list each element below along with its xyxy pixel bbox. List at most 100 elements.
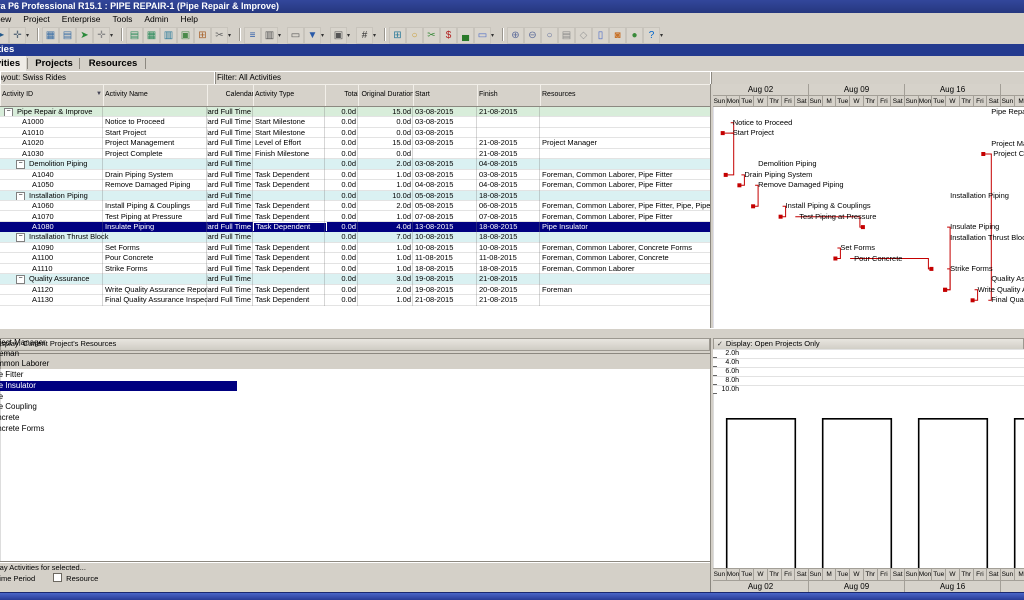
cell-name[interactable]: [103, 232, 207, 241]
table-row[interactable]: −Installation Thrust Block Standard Full …: [0, 232, 710, 242]
monitor-icon[interactable]: ▭: [474, 27, 491, 44]
cell-start[interactable]: 21-08-2015: [413, 295, 477, 304]
timescale-day[interactable]: Sun: [1001, 568, 1015, 580]
cell-total_float[interactable]: 0.0d: [325, 285, 359, 294]
cell-finish[interactable]: 07-08-2015: [477, 212, 540, 221]
collapse-icon[interactable]: −: [16, 233, 25, 242]
cell-type[interactable]: Task Dependent: [253, 243, 325, 252]
cell-resources[interactable]: [540, 107, 710, 116]
cell-total_float[interactable]: 0.0d: [325, 253, 359, 262]
cell-orig_duration[interactable]: 2.0d: [358, 285, 414, 294]
cell-finish[interactable]: 21-08-2015: [477, 107, 540, 116]
cell-total_float[interactable]: 0.0d: [325, 180, 359, 189]
resource-checkbox-label[interactable]: Resource: [66, 574, 98, 583]
cell-resources[interactable]: Pipe Insulator: [540, 222, 710, 231]
cell-orig_duration[interactable]: 1.0d: [358, 180, 414, 189]
cell-calendar[interactable]: Standard Full Time: [207, 253, 252, 262]
cell-orig_duration[interactable]: 0.0d: [358, 117, 414, 126]
cost-icon[interactable]: $: [440, 27, 457, 44]
cell-orig_duration[interactable]: 15.0d: [358, 138, 414, 147]
cell-type[interactable]: Task Dependent: [253, 222, 327, 232]
table-row[interactable]: A1080Insulate PipingStandard Full TimeTa…: [0, 222, 710, 232]
cell-start[interactable]: 04-08-2015: [413, 180, 477, 189]
timescale-day[interactable]: Thr: [960, 568, 974, 580]
table-row[interactable]: A1130Final Quality Assurance InspectionS…: [0, 295, 710, 305]
cell-calendar[interactable]: Standard Full Time: [207, 243, 252, 252]
cell-orig_duration[interactable]: 4.0d: [358, 222, 414, 231]
column-header-finish[interactable]: Finish: [477, 84, 542, 107]
report-icon[interactable]: ▥: [160, 27, 177, 44]
cell-type[interactable]: [253, 232, 325, 241]
table-row[interactable]: A1000Notice to ProceedStandard Full Time…: [0, 117, 710, 127]
resource-row[interactable]: Concrete Forms: [0, 424, 237, 435]
timescale-week[interactable]: Aug 09: [809, 580, 905, 592]
cell-type[interactable]: Task Dependent: [253, 201, 325, 210]
cell-start[interactable]: 03-08-2015: [413, 159, 477, 168]
cell-calendar[interactable]: Standard Full Time: [207, 138, 252, 147]
number-icon[interactable]: #: [356, 27, 373, 44]
column-header-start[interactable]: Start: [413, 84, 479, 107]
timescale-day[interactable]: Fri: [878, 568, 892, 580]
zoom-in-icon[interactable]: ⊕: [507, 27, 524, 44]
diamond-icon[interactable]: ◇: [575, 27, 592, 44]
tab-resources[interactable]: Resources: [82, 56, 144, 71]
cell-name[interactable]: Start Project: [103, 128, 207, 137]
cell-total_float[interactable]: 0.0d: [325, 117, 359, 126]
cell-resources[interactable]: [540, 232, 710, 241]
cell-calendar[interactable]: Standard Full Time: [207, 212, 252, 221]
timescale-day[interactable]: Sun: [713, 568, 727, 580]
cell-resources[interactable]: [540, 295, 710, 304]
cell-calendar[interactable]: Standard Full Time: [207, 117, 252, 126]
cell-resources[interactable]: Foreman, Common Laborer, Concrete: [540, 253, 710, 262]
help-icon[interactable]: ?: [643, 27, 660, 44]
cell-total_float[interactable]: 0.0d: [325, 243, 359, 252]
cell-name[interactable]: [103, 274, 207, 283]
cell-orig_duration[interactable]: 1.0d: [358, 212, 414, 221]
cell-id[interactable]: −Installation Thrust Block: [0, 232, 103, 241]
cell-resources[interactable]: Foreman, Common Laborer, Pipe Fitter, Pi…: [540, 201, 710, 210]
cell-resources[interactable]: [540, 117, 710, 126]
cell-calendar[interactable]: Standard Full Time: [207, 264, 252, 273]
split-icon[interactable]: ▤: [558, 27, 575, 44]
cell-name[interactable]: Insulate Piping: [103, 222, 207, 231]
collapse-icon[interactable]: −: [16, 160, 25, 169]
cell-resources[interactable]: Foreman, Common Laborer, Pipe Fitter: [540, 212, 710, 221]
table-row[interactable]: A1100Pour ConcreteStandard Full TimeTask…: [0, 253, 710, 263]
comment-icon[interactable]: ◙: [609, 27, 626, 44]
cell-finish[interactable]: [477, 117, 540, 126]
cell-name[interactable]: Install Piping & Couplings: [103, 201, 207, 210]
timescale-day[interactable]: Sun: [905, 568, 919, 580]
group-icon[interactable]: ▣: [330, 27, 347, 44]
column-header-calendar[interactable]: Calendar: [207, 84, 258, 107]
chart-icon[interactable]: ▄: [457, 27, 474, 44]
cell-total_float[interactable]: 0.0d: [325, 107, 359, 116]
layout-icon[interactable]: ▦: [42, 27, 59, 44]
cell-calendar[interactable]: Standard Full Time: [207, 232, 252, 241]
cell-type[interactable]: Task Dependent: [253, 264, 325, 273]
cell-orig_duration[interactable]: 2.0d: [358, 201, 414, 210]
cell-calendar[interactable]: Standard Full Time: [207, 180, 252, 189]
table-row[interactable]: A1050Remove Damaged PipingStandard Full …: [0, 180, 710, 190]
notebook-icon[interactable]: ▤: [126, 27, 143, 44]
cell-total_float[interactable]: 0.0d: [325, 149, 359, 158]
fit-icon[interactable]: ▭: [287, 27, 304, 44]
cell-start[interactable]: 05-08-2015: [413, 191, 477, 200]
cell-type[interactable]: Task Dependent: [253, 253, 325, 262]
cell-type[interactable]: Task Dependent: [253, 212, 325, 221]
table-row[interactable]: −Quality AssuranceStandard Full Time0.0d…: [0, 274, 710, 284]
cell-orig_duration[interactable]: 7.0d: [358, 232, 414, 241]
cell-resources[interactable]: [540, 159, 710, 168]
filter-icon[interactable]: ▼: [96, 84, 102, 105]
layout-section[interactable]: Layout: Swiss Rides: [0, 71, 216, 84]
cell-name[interactable]: [103, 159, 207, 168]
table-row[interactable]: −Demolition PipingStandard Full Time0.0d…: [0, 159, 710, 169]
resource-row[interactable]: Concrete: [0, 413, 237, 424]
timescale-day[interactable]: M: [1015, 568, 1024, 580]
cell-start[interactable]: 11-08-2015: [413, 253, 477, 262]
cell-type[interactable]: [253, 191, 325, 200]
dropdown-arrow-icon[interactable]: ▾: [491, 32, 494, 39]
cell-name[interactable]: Final Quality Assurance Inspection: [103, 295, 207, 304]
collapse-icon[interactable]: −: [16, 192, 25, 201]
column-header-name[interactable]: Activity Name: [103, 84, 209, 107]
cell-orig_duration[interactable]: 15.0d: [358, 107, 414, 116]
